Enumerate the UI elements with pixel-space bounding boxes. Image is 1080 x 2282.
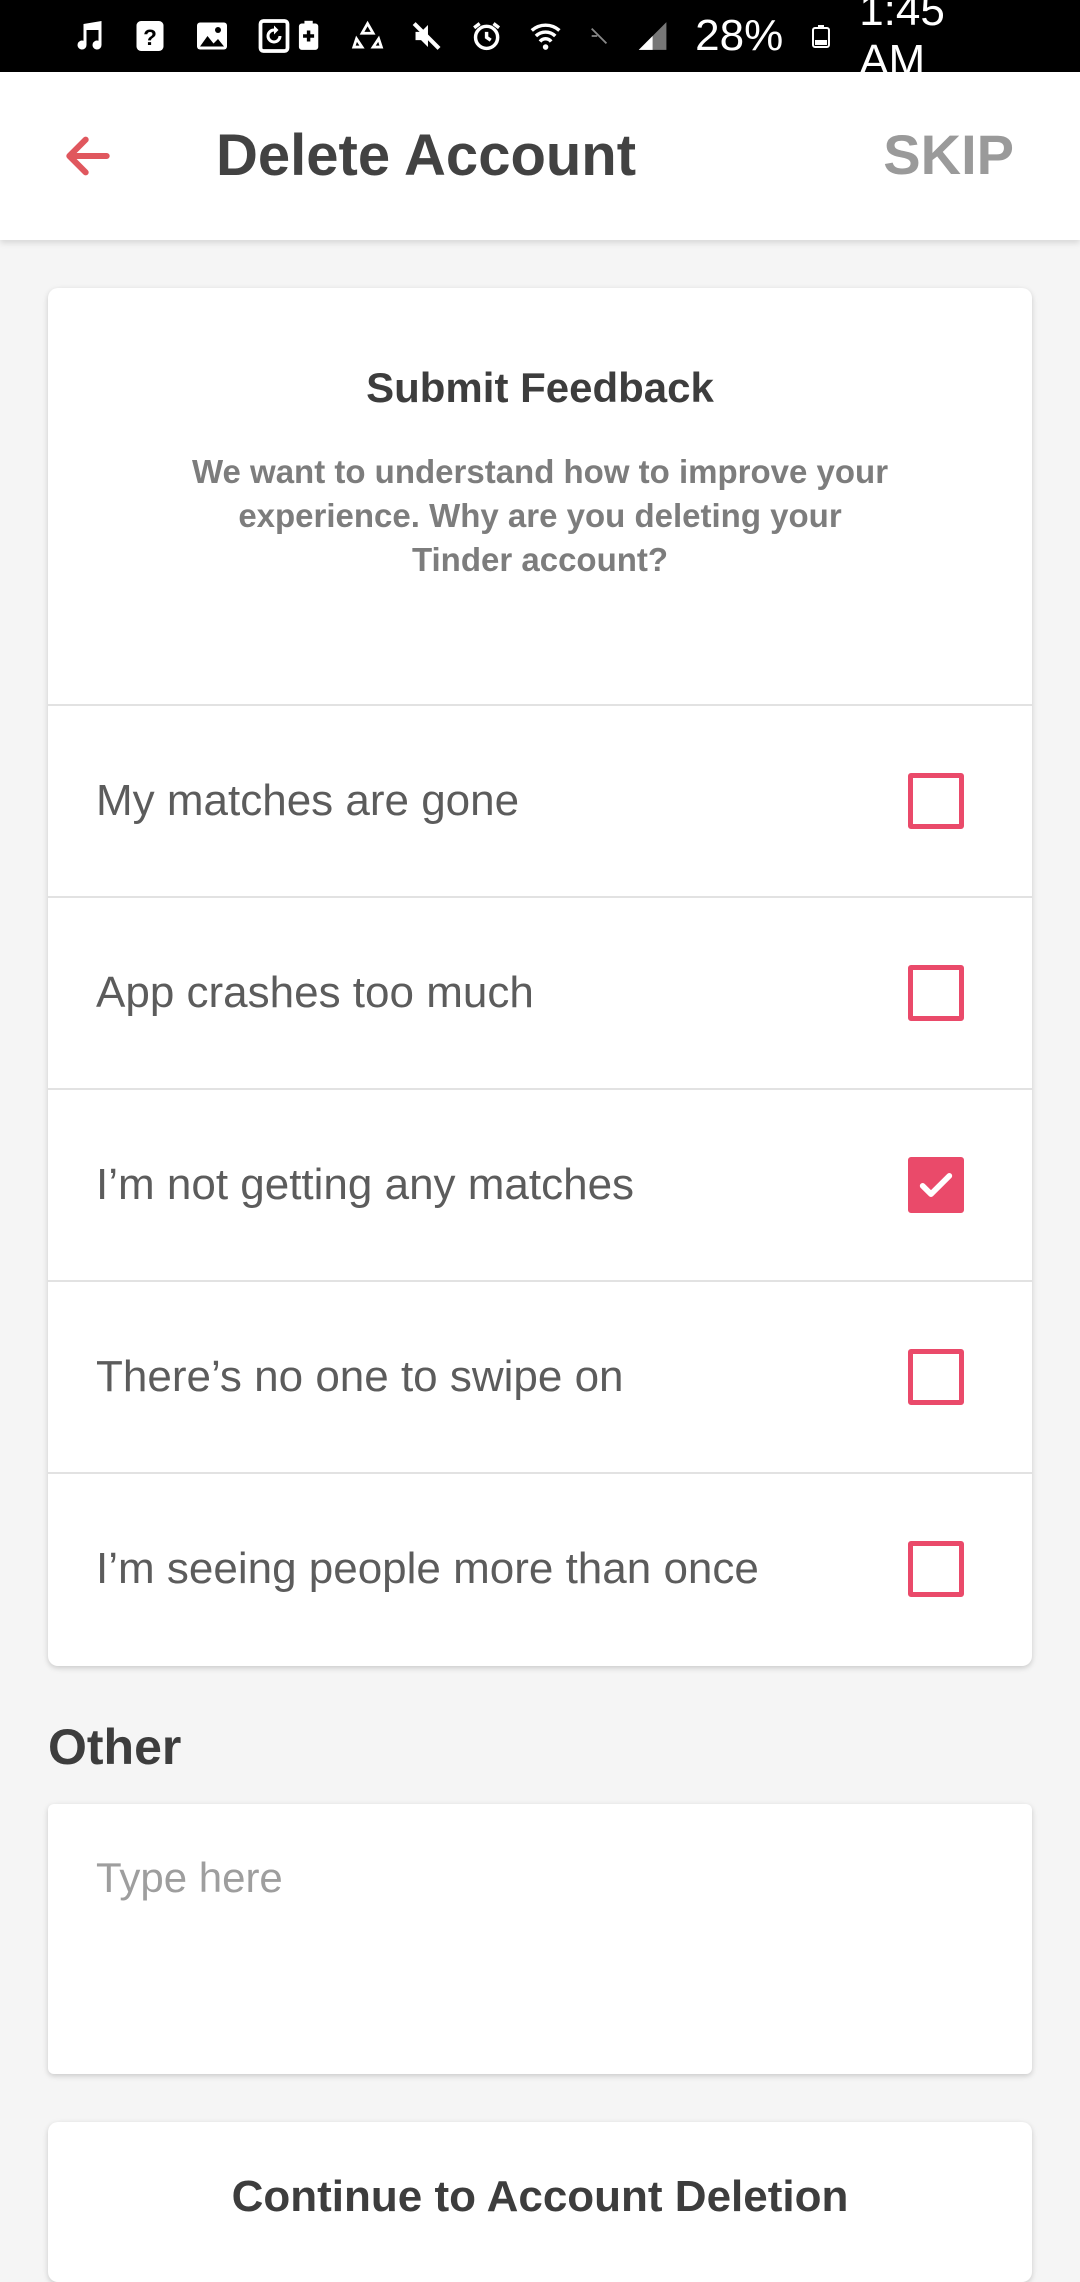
reason-checkbox[interactable] — [908, 1157, 964, 1213]
image-icon — [197, 22, 227, 50]
reason-option[interactable]: There’s no one to swipe on — [48, 1282, 1032, 1474]
other-label: Other — [48, 1719, 182, 1775]
reason-label: App crashes too much — [96, 968, 534, 1017]
reason-checkbox[interactable] — [908, 1541, 964, 1597]
skip-button[interactable]: SKIP — [883, 122, 1014, 187]
alarm-icon — [472, 22, 500, 51]
check-icon — [919, 1173, 953, 1197]
feedback-header: Submit Feedback We want to understand ho… — [48, 288, 1032, 706]
page-title: Delete Account — [216, 123, 637, 188]
battery-percent: 28% — [695, 11, 784, 60]
reason-option[interactable]: I’m not getting any matches — [48, 1090, 1032, 1282]
music-note-icon — [77, 21, 102, 50]
reason-option[interactable]: App crashes too much — [48, 898, 1032, 1090]
recycle-icon — [352, 20, 384, 49]
no-signal-icon — [590, 27, 607, 45]
signal-icon — [638, 22, 667, 50]
wifi-icon — [530, 23, 561, 50]
feedback-card: Submit Feedback We want to understand ho… — [48, 288, 1032, 1666]
reason-label: I’m seeing people more than once — [96, 1544, 759, 1593]
reason-label: My matches are gone — [96, 776, 520, 825]
other-input[interactable] — [48, 1804, 1032, 2074]
continue-to-deletion-button[interactable]: Continue to Account Deletion — [48, 2122, 1032, 2282]
svg-text:?: ? — [143, 25, 157, 50]
reason-checkbox[interactable] — [908, 965, 964, 1021]
reason-label: There’s no one to swipe on — [96, 1352, 624, 1401]
status-bar: ? 28% 1:45 AM — [0, 0, 1080, 85]
mute-icon — [413, 22, 441, 50]
app-bar: Delete Account SKIP — [0, 72, 1080, 240]
reason-label: I’m not getting any matches — [96, 1160, 635, 1209]
reason-option[interactable]: I’m seeing people more than once — [48, 1474, 1032, 1664]
feedback-title: Submit Feedback — [366, 364, 714, 411]
other-text-box — [48, 1804, 1032, 2074]
reason-checkbox[interactable] — [908, 773, 964, 829]
help-icon: ? — [136, 21, 164, 51]
back-button[interactable] — [48, 116, 128, 196]
arrow-back-icon — [66, 136, 110, 176]
feedback-subtitle: We want to understand how to improve you… — [191, 453, 889, 578]
battery-icon — [812, 25, 831, 48]
continue-label: Continue to Account Deletion — [231, 2172, 849, 2221]
rotate-icon — [258, 19, 290, 53]
reason-option[interactable]: My matches are gone — [48, 706, 1032, 898]
reason-checkbox[interactable] — [908, 1349, 964, 1405]
status-icons-left: ? — [70, 18, 292, 54]
battery-saver-icon — [298, 20, 319, 50]
